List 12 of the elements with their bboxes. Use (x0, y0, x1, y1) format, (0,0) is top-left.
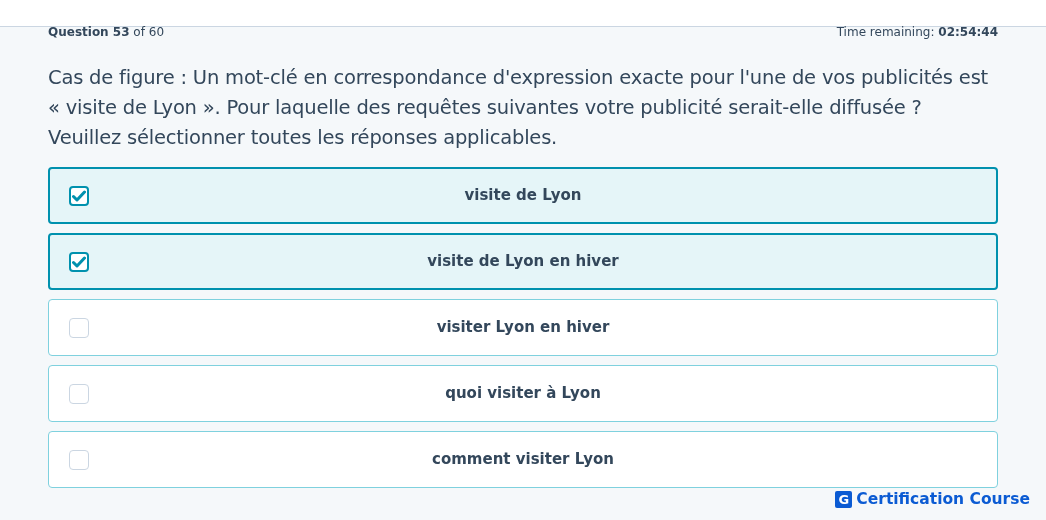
answer-option[interactable]: comment visiter Lyon (48, 431, 998, 488)
logo-mark: G (835, 490, 853, 508)
checkbox[interactable] (69, 185, 89, 206)
checkbox[interactable] (69, 251, 89, 272)
answer-option[interactable]: visite de Lyon (48, 167, 998, 224)
answer-option[interactable]: visiter Lyon en hiver (48, 299, 998, 356)
question-counter: Question 53 of 60 (48, 26, 164, 38)
answer-option[interactable]: visite de Lyon en hiver (48, 233, 998, 290)
answer-option[interactable]: quoi visiter à Lyon (48, 365, 998, 422)
question-text: Cas de figure : Un mot-clé en correspondance d'expression exacte pour l'une de vos publicités est « visite de Lyon ». Pour laquelle des requêtes suivantes votre publicité serait-elle diffusée ? Veuillez sélectionner toutes les réponses applicables. (48, 65, 990, 151)
time-remaining: Time remaining: 02:54:44 (836, 26, 998, 38)
logo-text: Certification Course (856, 488, 1030, 510)
